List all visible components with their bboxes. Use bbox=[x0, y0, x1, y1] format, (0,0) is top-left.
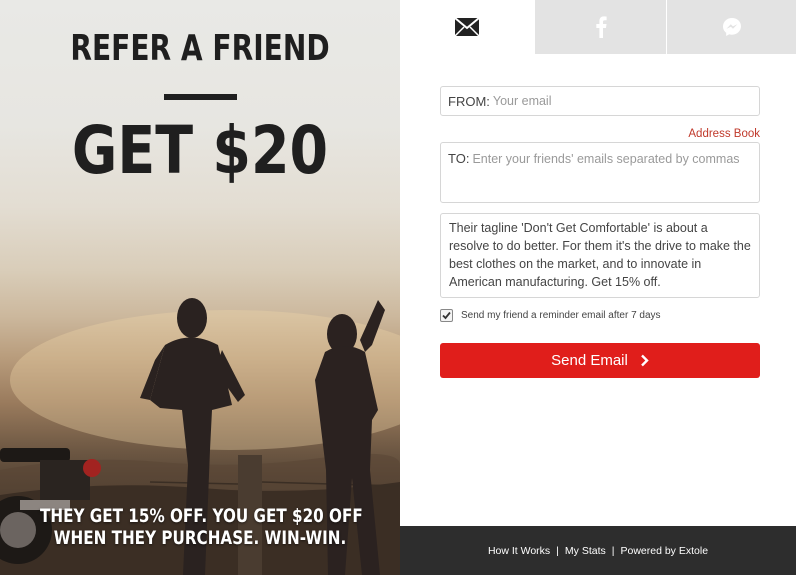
envelope-icon bbox=[454, 17, 480, 37]
footer: How It Works | My Stats | Powered by Ext… bbox=[400, 526, 796, 575]
facebook-icon bbox=[595, 16, 607, 38]
send-email-button[interactable]: Send Email bbox=[440, 343, 760, 378]
background-photo bbox=[0, 298, 400, 575]
from-field: FROM: bbox=[440, 86, 760, 116]
reminder-label: Send my friend a reminder email after 7 … bbox=[461, 310, 661, 321]
to-label: TO: bbox=[448, 151, 470, 166]
reminder-option: Send my friend a reminder email after 7 … bbox=[440, 309, 661, 322]
footer-separator: | bbox=[611, 544, 615, 557]
tab-facebook[interactable] bbox=[535, 0, 666, 54]
promo-amount: GET $20 bbox=[71, 112, 329, 189]
messenger-icon bbox=[722, 18, 741, 36]
from-label: FROM: bbox=[448, 93, 490, 109]
send-email-label: Send Email bbox=[551, 352, 628, 369]
chevron-right-icon bbox=[640, 354, 649, 367]
checkmark-icon bbox=[442, 311, 451, 320]
promo-tagline: THEY GET 15% OFF. YOU GET $20 OFF WHEN T… bbox=[0, 505, 400, 549]
promo-tagline-line1: THEY GET 15% OFF. YOU GET $20 OFF bbox=[40, 505, 363, 527]
share-tabs bbox=[400, 0, 796, 54]
tab-email[interactable] bbox=[400, 0, 534, 54]
reminder-checkbox[interactable] bbox=[440, 309, 453, 322]
to-field: TO: bbox=[440, 142, 760, 203]
to-emails-input[interactable] bbox=[472, 152, 752, 194]
address-book-link[interactable]: Address Book bbox=[688, 128, 760, 140]
promo-title: REFER A FRIEND bbox=[70, 28, 330, 69]
message-textarea[interactable]: Their tagline 'Don't Get Comfortable' is… bbox=[440, 213, 760, 298]
promo-divider bbox=[164, 94, 237, 100]
powered-by-link[interactable]: Powered by Extole bbox=[620, 545, 708, 557]
tab-messenger[interactable] bbox=[667, 0, 796, 54]
share-panel: FROM: Address Book TO: Their tagline 'Do… bbox=[400, 0, 796, 575]
how-it-works-link[interactable]: How It Works bbox=[488, 545, 550, 557]
my-stats-link[interactable]: My Stats bbox=[565, 545, 606, 557]
footer-separator: | bbox=[556, 544, 559, 557]
promo-panel: REFER A FRIEND GET $20 THEY GET 15% OFF.… bbox=[0, 0, 400, 575]
from-email-input[interactable] bbox=[492, 94, 759, 108]
promo-tagline-line2: WHEN THEY PURCHASE. WIN-WIN. bbox=[53, 527, 347, 549]
